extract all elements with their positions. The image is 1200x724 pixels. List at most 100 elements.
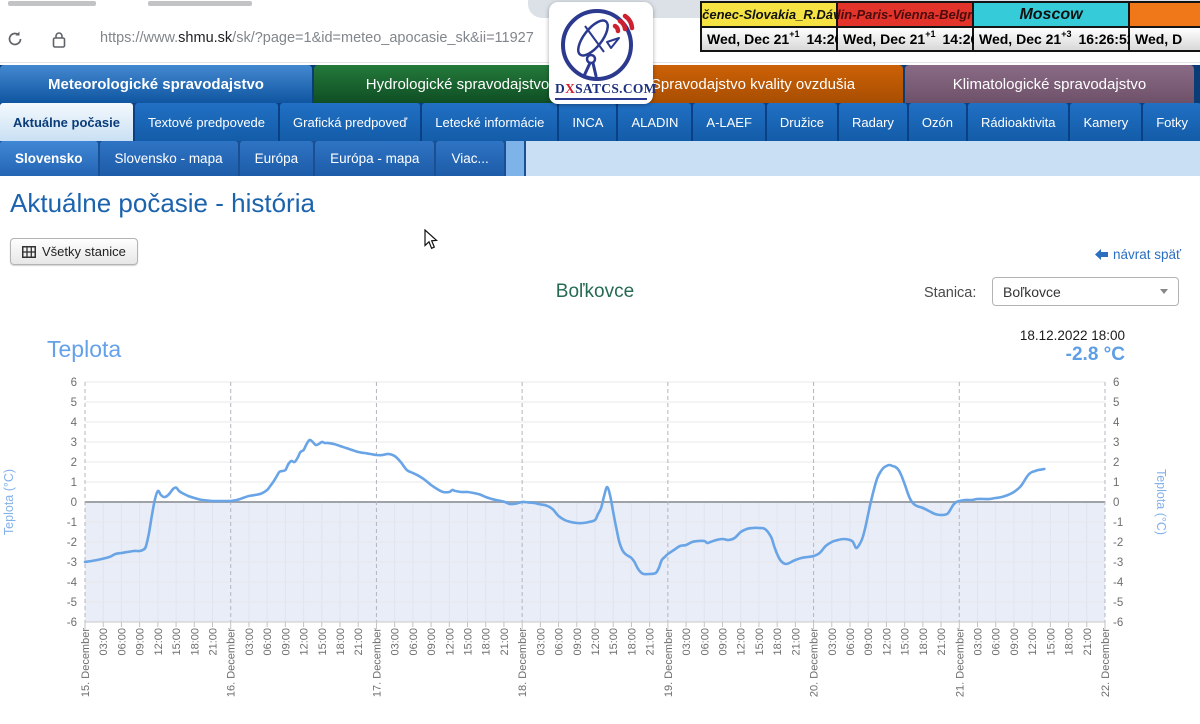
clock-city-label: Berlin-Paris-Vienna-Belgrade — [838, 3, 972, 28]
x-day-label: 19. December — [663, 628, 675, 697]
nav-secondary-tab-1[interactable]: Textové predpovede — [135, 103, 278, 141]
x-hour-label: 06:00 — [262, 628, 274, 656]
clock-time: Wed, D — [1130, 28, 1200, 50]
x-hour-label: 12:00 — [1027, 628, 1039, 656]
nav-filler — [506, 141, 524, 176]
x-hour-label: 21:00 — [499, 628, 511, 656]
nav-secondary-tab-4[interactable]: INCA — [559, 103, 616, 141]
y-axis-title-right: Teplota (°C) — [1154, 469, 1168, 535]
x-day-label: 18. December — [517, 628, 529, 697]
x-hour-label: 15:00 — [1045, 628, 1057, 656]
x-hour-label: 06:00 — [116, 628, 128, 656]
nav-secondary-tab-2[interactable]: Grafická predpoveď — [280, 103, 420, 141]
x-hour-label: 12:00 — [590, 628, 602, 656]
nav-secondary-tab-9[interactable]: Ozón — [909, 103, 966, 141]
x-hour-label: 03:00 — [973, 628, 985, 656]
nav-secondary-tab-0[interactable]: Aktuálne počasie — [0, 103, 133, 141]
x-hour-label: 12:00 — [444, 628, 456, 656]
x-hour-label: 21:00 — [208, 628, 220, 656]
nav-secondary-tab-7[interactable]: Družice — [767, 103, 837, 141]
tab-curve — [528, 0, 542, 18]
x-hour-label: 09:00 — [718, 628, 730, 656]
nav-filler — [526, 141, 1200, 176]
chart-readout: 18.12.2022 18:00 -2.8 °C — [925, 328, 1125, 366]
y-label-right: 4 — [1113, 417, 1120, 429]
mouse-cursor — [424, 229, 438, 250]
x-hour-label: 03:00 — [390, 628, 402, 656]
nav-primary-tab-0[interactable]: Meteorologické spravodajstvo — [0, 65, 312, 103]
y-label-right: -2 — [1113, 537, 1123, 549]
y-label-right: 3 — [1113, 437, 1119, 449]
browser-tab[interactable] — [0, 0, 528, 18]
nav-secondary-tab-10[interactable]: Rádioaktivita — [968, 103, 1068, 141]
nav-tertiary-tab-2[interactable]: Európa — [240, 141, 314, 176]
url-domain: shmu.sk — [178, 30, 232, 46]
satellite-dish-icon — [549, 2, 653, 86]
clock-time: Wed, Dec 21+316:26:52 — [974, 28, 1128, 50]
nav-secondary-tab-5[interactable]: ALADIN — [618, 103, 691, 141]
nav-tertiary-tab-0[interactable]: Slovensko — [0, 141, 98, 176]
x-hour-label: 09:00 — [135, 628, 147, 656]
y-label-left: -3 — [67, 557, 77, 569]
y-label-left: -4 — [67, 577, 78, 589]
x-hour-label: 12:00 — [153, 628, 165, 656]
nav-primary-tab-3[interactable]: Klimatologické spravodajstvo — [905, 65, 1194, 103]
y-label-right: 2 — [1113, 457, 1119, 469]
x-hour-label: 12:00 — [299, 628, 311, 656]
x-hour-label: 21:00 — [645, 628, 657, 656]
x-hour-label: 09:00 — [280, 628, 292, 656]
readout-value: -2.8 °C — [925, 344, 1125, 366]
clock-0: Lučenec-Slovakia_R.DávidWed, Dec 21+114:… — [702, 3, 838, 50]
x-hour-label: 15:00 — [900, 628, 912, 656]
x-hour-label: 06:00 — [699, 628, 711, 656]
all-stations-button[interactable]: Všetky stanice — [10, 238, 138, 265]
nav-secondary-tab-6[interactable]: A-LAEF — [693, 103, 765, 141]
back-link-label: návrat späť — [1113, 247, 1181, 262]
y-label-left: 5 — [71, 397, 77, 409]
y-label-right: -1 — [1113, 517, 1123, 529]
nav-secondary-tab-3[interactable]: Letecké informácie — [422, 103, 557, 141]
y-label-left: 3 — [71, 437, 77, 449]
x-hour-label: 15:00 — [754, 628, 766, 656]
station-select[interactable]: Boľkovce — [992, 277, 1179, 306]
x-hour-label: 18:00 — [335, 628, 347, 656]
clock-city-label: Lučenec-Slovakia_R.Dávid — [702, 3, 836, 28]
x-hour-label: 18:00 — [1064, 628, 1076, 656]
nav-tertiary-tab-4[interactable]: Viac... — [436, 141, 503, 176]
y-label-right: 0 — [1113, 497, 1119, 509]
x-day-label: 21. December — [954, 628, 966, 697]
x-hour-label: 09:00 — [1009, 628, 1021, 656]
y-label-left: 4 — [71, 417, 78, 429]
y-label-right: -5 — [1113, 597, 1123, 609]
nav-secondary-tab-8[interactable]: Radary — [839, 103, 907, 141]
nav-secondary-tab-12[interactable]: Fotky — [1143, 103, 1200, 141]
x-hour-label: 03:00 — [681, 628, 693, 656]
y-axis-title-left: Teplota (°C) — [2, 469, 16, 535]
back-link[interactable]: návrat späť — [1095, 247, 1181, 262]
clock-time: Wed, Dec 21+114:26:52 — [838, 28, 972, 50]
lock-icon[interactable] — [52, 31, 66, 49]
x-hour-label: 03:00 — [98, 628, 110, 656]
nav-tertiary-tab-1[interactable]: Slovensko - mapa — [100, 141, 238, 176]
temperature-chart[interactable]: 03:00 06:00 09:00 12:00 15:00 18:00 21:00 03:00… — [0, 372, 1200, 724]
x-hour-label: 03:00 — [244, 628, 256, 656]
x-day-label: 15. December — [80, 628, 92, 697]
x-hour-label: 03:00 — [535, 628, 547, 656]
reload-icon[interactable] — [6, 30, 24, 48]
x-hour-label: 15:00 — [317, 628, 329, 656]
clock-1: Berlin-Paris-Vienna-BelgradeWed, Dec 21+… — [838, 3, 974, 50]
x-hour-label: 21:00 — [936, 628, 948, 656]
x-hour-label: 12:00 — [736, 628, 748, 656]
station-select-label: Stanica: — [924, 285, 976, 301]
nav-tertiary-tab-3[interactable]: Európa - mapa — [315, 141, 434, 176]
nav-secondary-tab-11[interactable]: Kamery — [1070, 103, 1141, 141]
y-label-left: -1 — [67, 517, 77, 529]
chevron-down-icon — [1160, 289, 1168, 294]
all-stations-label: Všetky stanice — [42, 244, 126, 259]
x-hour-label: 09:00 — [572, 628, 584, 656]
url-text[interactable]: https://www.shmu.sk/sk/?page=1&id=meteo_… — [100, 30, 534, 46]
y-label-left: 2 — [71, 457, 77, 469]
clock-2: MoscowWed, Dec 21+316:26:52 — [974, 3, 1130, 50]
x-day-label: 22. December — [1100, 628, 1112, 697]
x-hour-label: 15:00 — [171, 628, 183, 656]
